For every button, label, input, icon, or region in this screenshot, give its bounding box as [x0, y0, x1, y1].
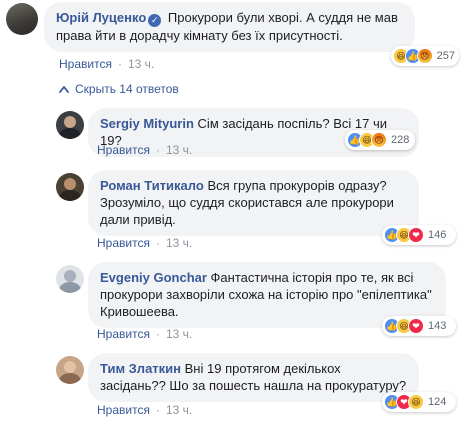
reactions-summary[interactable]: 👍 😆 ❤ 146 [382, 225, 456, 245]
like-link[interactable]: Нравится [97, 327, 150, 341]
collapse-arrow-icon [59, 86, 69, 93]
reaction-count: 146 [428, 229, 447, 241]
like-link[interactable]: Нравится [97, 236, 150, 250]
reply-author[interactable]: Тим Златкин [100, 361, 181, 376]
reaction-count: 257 [436, 50, 455, 62]
love-icon: ❤ [408, 227, 424, 243]
reply-time[interactable]: 13 ч. [166, 403, 192, 417]
hide-replies-label: Скрыть 14 ответов [75, 82, 179, 96]
reaction-count: 143 [428, 320, 447, 332]
avatar[interactable] [6, 3, 38, 35]
comment-time[interactable]: 13 ч. [128, 57, 154, 71]
hide-replies-link[interactable]: Скрыть 14 ответов [58, 82, 179, 96]
reply-time[interactable]: 13 ч. [166, 327, 192, 341]
reaction-count: 124 [428, 396, 447, 408]
angry-icon: 😠 [371, 132, 387, 148]
avatar[interactable] [56, 356, 84, 384]
like-link[interactable]: Нравится [97, 403, 150, 417]
reply-bubble: Роман Титикало Вся група прокурорів одра… [88, 170, 419, 236]
verified-badge-icon: ✓ [148, 14, 162, 27]
avatar[interactable] [56, 111, 84, 139]
reply-bubble: Тим Златкин Вні 19 протягом декількох за… [88, 353, 419, 402]
reaction-count: 228 [391, 134, 410, 146]
reply-author[interactable]: Evgeniy Gonchar [100, 270, 207, 285]
comment-bubble: Юрій Луценко ✓ Прокурори були хворі. А су… [44, 2, 415, 52]
reply-time[interactable]: 13 ч. [166, 143, 192, 157]
love-icon: ❤ [408, 318, 424, 334]
reply-author[interactable]: Sergiy Mityurin [100, 116, 194, 131]
comment-author[interactable]: Юрій Луценко [56, 10, 146, 25]
reactions-summary[interactable]: 👍 😆 ❤ 143 [382, 316, 456, 336]
reactions-summary[interactable]: 😆 👍 😠 257 [391, 46, 459, 66]
angry-icon: 😠 [416, 48, 433, 64]
haha-icon: 😆 [408, 394, 424, 410]
avatar[interactable] [56, 265, 84, 293]
reply-actions: Нравится · 13 ч. [97, 327, 193, 341]
like-link[interactable]: Нравится [59, 57, 112, 71]
reply-time[interactable]: 13 ч. [166, 236, 192, 250]
reply-actions: Нравится · 13 ч. [97, 143, 193, 157]
like-link[interactable]: Нравится [97, 143, 150, 157]
reactions-summary[interactable]: 👍 ❤ 😆 124 [382, 392, 456, 412]
reply-actions: Нравится · 13 ч. [97, 403, 193, 417]
comment-actions: Нравится · 13 ч. [59, 57, 155, 71]
reactions-summary[interactable]: 👍 😆 😠 228 [345, 130, 415, 150]
reply-author[interactable]: Роман Титикало [100, 178, 204, 193]
avatar[interactable] [56, 173, 84, 201]
reply-actions: Нравится · 13 ч. [97, 236, 193, 250]
